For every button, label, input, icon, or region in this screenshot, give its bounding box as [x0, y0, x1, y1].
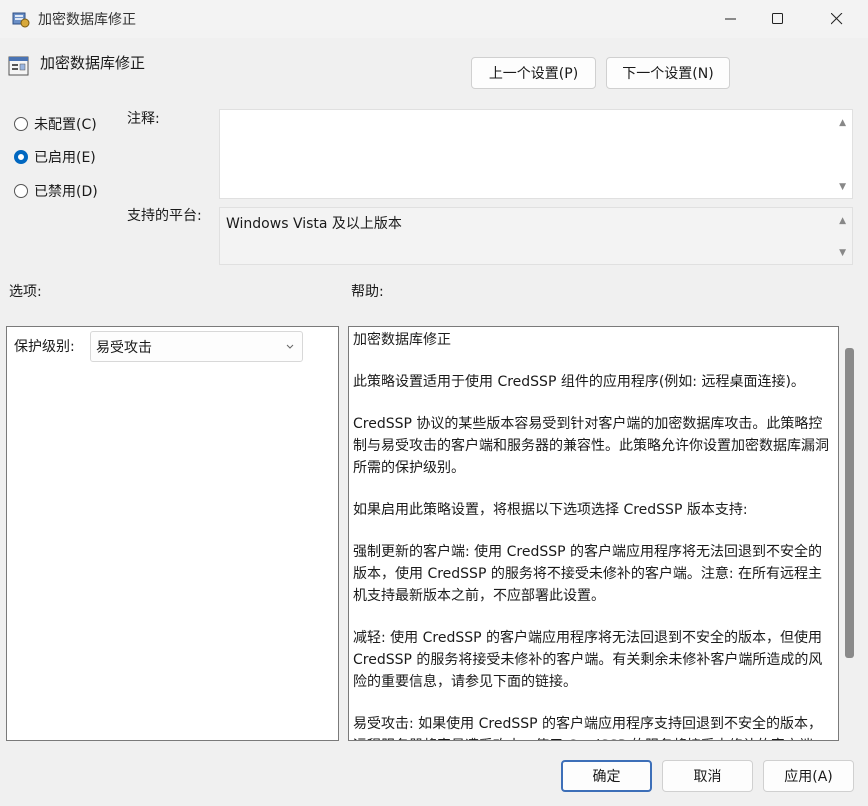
help-label: 帮助:: [351, 284, 384, 300]
comment-textbox[interactable]: ▲ ▼: [219, 109, 853, 199]
help-paragraph: 如果启用此策略设置，将根据以下选项选择 CredSSP 版本支持:: [353, 502, 748, 518]
scroll-up-icon[interactable]: ▲: [839, 216, 846, 226]
next-setting-button[interactable]: 下一个设置(N): [606, 57, 730, 89]
options-label: 选项:: [9, 284, 42, 300]
ok-button[interactable]: 确定: [561, 760, 652, 792]
help-scrollbar-thumb[interactable]: [845, 348, 854, 658]
protection-level-dropdown[interactable]: 易受攻击: [90, 331, 303, 362]
scroll-down-icon[interactable]: ▼: [839, 182, 846, 192]
help-paragraph: CredSSP 协议的某些版本容易受到针对客户端的加密数据库攻击。此策略控制与易…: [353, 416, 829, 476]
window-title: 加密数据库修正: [38, 12, 136, 28]
protection-level-value: 易受攻击: [96, 339, 152, 356]
policy-app-icon: [12, 12, 30, 28]
policy-title: 加密数据库修正: [40, 54, 146, 72]
maximize-button[interactable]: [753, 0, 803, 38]
title-bar: 加密数据库修正: [0, 0, 868, 38]
close-icon: [831, 13, 843, 25]
platform-textbox: Windows Vista 及以上版本 ▲ ▼: [219, 207, 853, 265]
help-text: 加密数据库修正 此策略设置适用于使用 CredSSP 组件的应用程序(例如: 远…: [353, 329, 835, 740]
help-paragraph: 减轻: 使用 CredSSP 的客户端应用程序将无法回退到不安全的版本，但使用 …: [353, 630, 823, 690]
radio-label: 未配置(C): [34, 117, 97, 133]
minimize-button[interactable]: [706, 0, 756, 38]
scroll-down-icon[interactable]: ▼: [839, 248, 846, 258]
radio-label: 已禁用(D): [34, 184, 98, 200]
radio-circle: [14, 117, 28, 131]
scroll-up-icon[interactable]: ▲: [839, 118, 846, 128]
protection-level-label: 保护级别:: [14, 339, 75, 355]
comment-label: 注释:: [127, 111, 160, 127]
help-paragraph: 易受攻击: 如果使用 CredSSP 的客户端应用程序支持回退到不安全的版本，远…: [353, 716, 827, 740]
chevron-down-icon: [286, 344, 294, 349]
policy-setting-icon: [8, 56, 29, 76]
maximize-icon: [772, 13, 783, 24]
radio-disabled[interactable]: 已禁用(D): [14, 181, 98, 201]
options-panel: 保护级别: 易受攻击: [6, 326, 339, 741]
close-button[interactable]: [812, 0, 862, 38]
apply-button[interactable]: 应用(A): [763, 760, 854, 792]
radio-not-configured[interactable]: 未配置(C): [14, 114, 97, 134]
radio-enabled[interactable]: 已启用(E): [14, 147, 96, 167]
previous-setting-button[interactable]: 上一个设置(P): [471, 57, 596, 89]
platform-label: 支持的平台:: [127, 208, 202, 224]
help-panel: 加密数据库修正 此策略设置适用于使用 CredSSP 组件的应用程序(例如: 远…: [348, 326, 839, 741]
radio-circle-checked: [14, 150, 28, 164]
radio-circle: [14, 184, 28, 198]
cancel-button[interactable]: 取消: [662, 760, 753, 792]
platform-value: Windows Vista 及以上版本: [226, 216, 402, 232]
help-paragraph: 此策略设置适用于使用 CredSSP 组件的应用程序(例如: 远程桌面连接)。: [353, 374, 805, 390]
help-paragraph: 加密数据库修正: [353, 332, 451, 348]
radio-label: 已启用(E): [34, 150, 96, 166]
help-paragraph: 强制更新的客户端: 使用 CredSSP 的客户端应用程序将无法回退到不安全的版…: [353, 544, 823, 604]
minimize-icon: [725, 18, 736, 20]
